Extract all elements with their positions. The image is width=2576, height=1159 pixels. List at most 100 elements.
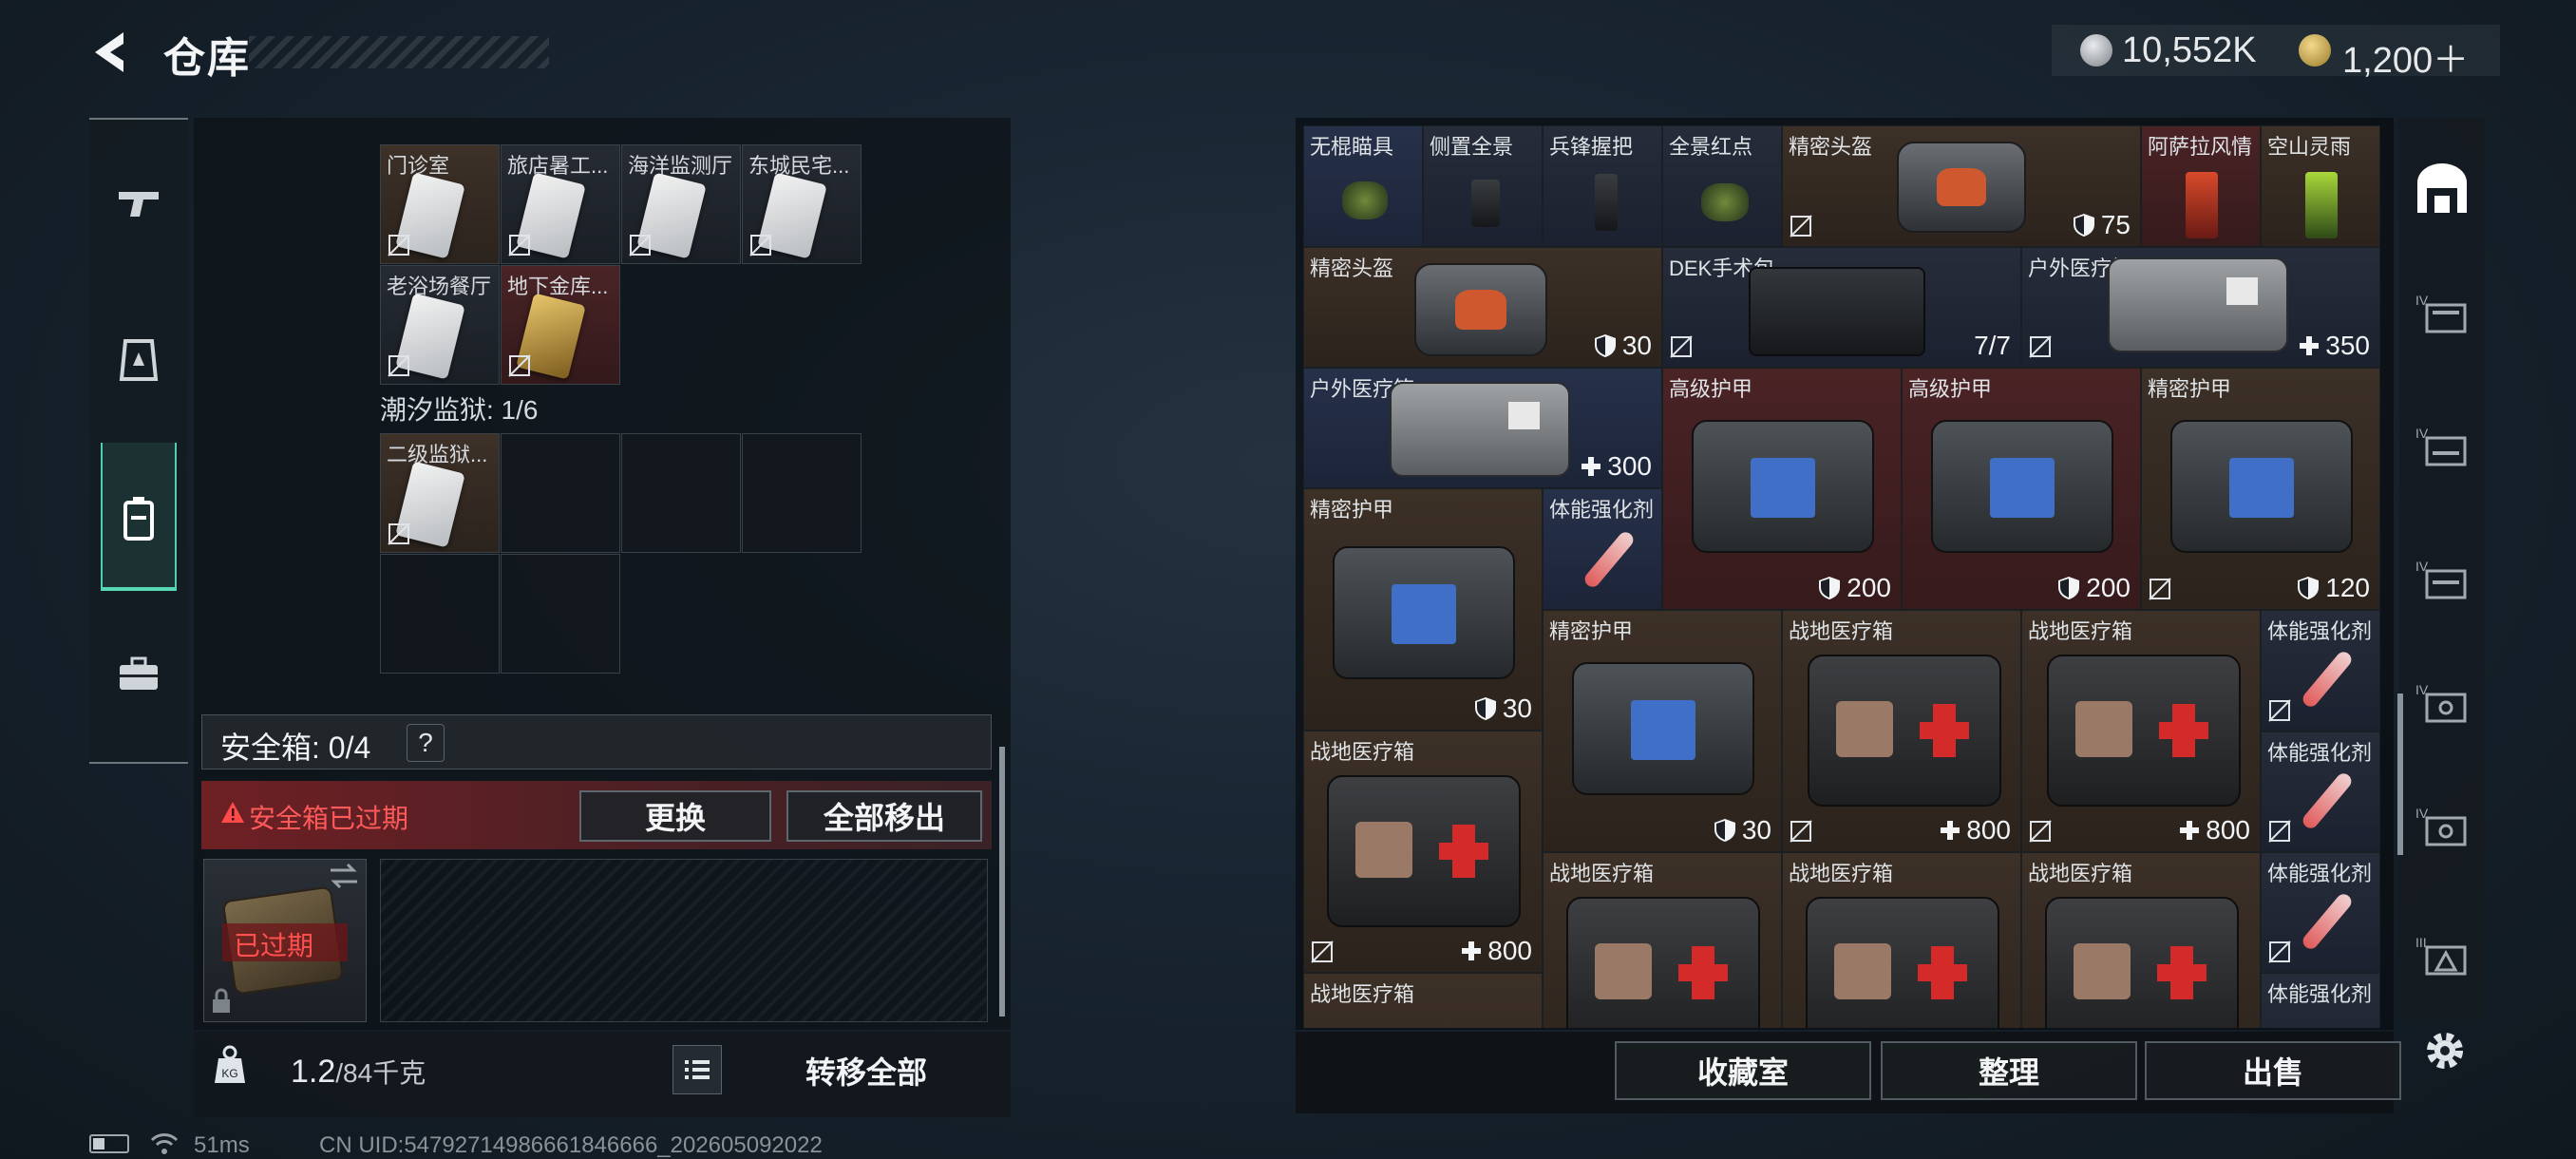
grid-item[interactable]: 战地医疗箱 800 (1303, 731, 1543, 973)
grid-item[interactable]: 阿萨拉风情 (2141, 125, 2261, 247)
grid-item[interactable]: 体能强化剂 (2261, 732, 2380, 852)
grid-item[interactable]: DEK手术包 7/7 (1662, 247, 2021, 368)
armor-vest-icon (1692, 420, 1874, 553)
grid-item[interactable]: 侧置全景 (1423, 125, 1543, 247)
durability-value: 75 (2100, 210, 2131, 239)
grid-item[interactable]: 户外医疗箱 350 (2021, 247, 2380, 368)
no-bind-icon (2029, 335, 2052, 358)
item-value: 300 (1581, 451, 1652, 482)
item-slot[interactable]: 东城民宅... (742, 144, 862, 264)
sidebar-tab-storage-iv-3[interactable]: IV (2409, 542, 2475, 618)
grid-item[interactable]: 精密护甲 120 (2141, 368, 2380, 610)
sidebar-tab-weapon[interactable] (101, 156, 177, 251)
grid-item[interactable]: 战地医疗箱 (1543, 852, 1782, 1028)
sell-button[interactable]: 出售 (2145, 1041, 2401, 1100)
syringe-icon (2300, 891, 2355, 952)
grid-item[interactable]: 高级护甲 200 (1902, 368, 2141, 610)
sidebar-tab-armor[interactable] (101, 314, 177, 408)
shield-icon (1714, 819, 1735, 842)
grid-item[interactable]: 体能强化剂 (2261, 610, 2380, 732)
remove-all-button[interactable]: 全部移出 (786, 790, 982, 842)
plus-icon (2300, 336, 2320, 355)
item-slot[interactable]: 海洋监测厅 (621, 144, 741, 264)
briefcase-icon (120, 656, 158, 690)
replace-button[interactable]: 更换 (579, 790, 771, 842)
sidebar-tab-storage-iv[interactable]: IV (2409, 276, 2475, 352)
grid-item[interactable]: 体能强化剂 (2261, 973, 2380, 1028)
back-arrow-icon[interactable] (85, 28, 142, 76)
grid-item[interactable]: 精密头盔 75 (1782, 125, 2141, 247)
warehouse-grid: 无棍瞄具 侧置全景 兵锋握把 全景红点 精密头盔 75 阿萨拉风情 空山灵雨 精… (1303, 125, 2386, 1028)
sight-icon (1471, 180, 1500, 227)
storage-iv-icon: IV (2415, 682, 2467, 723)
wifi-icon (150, 1133, 179, 1154)
safe-box-grid[interactable] (380, 859, 988, 1022)
grid-item[interactable]: 高级护甲 200 (1662, 368, 1902, 610)
grid-item[interactable]: 战地医疗箱 800 (1782, 610, 2021, 852)
plus-icon (1582, 457, 1601, 476)
sidebar-tab-storage-iii[interactable]: III (2409, 918, 2475, 994)
grid-item[interactable]: 战地医疗箱 (2021, 852, 2261, 1028)
empty-slot[interactable] (742, 433, 862, 553)
no-bind-icon (1790, 215, 1812, 238)
item-value: 200 (2057, 573, 2131, 603)
collection-room-button[interactable]: 收藏室 (1615, 1041, 1871, 1100)
item-name: 体能强化剂 (2267, 862, 2373, 885)
sidebar-tab-warehouse[interactable] (2409, 152, 2475, 228)
grid-item[interactable]: 无棍瞄具 (1303, 125, 1423, 247)
item-slot[interactable]: 老浴场餐厅 (380, 265, 500, 385)
sort-button[interactable]: 整理 (1881, 1041, 2137, 1100)
item-slot[interactable]: 门诊室 (380, 144, 500, 264)
armor-vest-icon (1931, 420, 2113, 553)
swap-icon[interactable] (327, 863, 361, 889)
item-slot[interactable]: 旅店暑工... (501, 144, 620, 264)
grid-item[interactable]: 精密头盔 30 (1303, 247, 1662, 368)
grid-item[interactable]: 战地医疗箱 (1782, 852, 2021, 1028)
plus-icon (1941, 821, 1960, 840)
grid-item[interactable]: 战地医疗箱 800 (2021, 610, 2261, 852)
help-button[interactable]: ? (407, 724, 445, 762)
list-view-button[interactable] (672, 1045, 722, 1094)
item-slot[interactable]: 地下金库... (501, 265, 620, 385)
durability-value: 200 (2086, 573, 2131, 602)
item-name: 战地医疗箱 (1789, 862, 1894, 885)
grid-item[interactable]: 户外医疗箱 300 (1303, 368, 1662, 488)
safe-expired-label: 已过期 (234, 931, 314, 960)
currency-2-value[interactable]: 1,200＋ (2342, 30, 2469, 83)
empty-slot[interactable] (380, 554, 500, 674)
safe-expired-text: 安全箱已过期 (249, 804, 409, 833)
heal-value: 800 (1487, 936, 1532, 965)
grid-item[interactable]: 战地医疗箱 (1303, 973, 1543, 1028)
grid-item[interactable]: 空山灵雨 (2261, 125, 2380, 247)
sidebar-tab-storage-iv-5[interactable]: IV (2409, 788, 2475, 864)
item-name: 老浴场餐厅 (387, 275, 492, 298)
grid-item[interactable]: 体能强化剂 (1543, 488, 1662, 610)
grid-item[interactable]: 全景红点 (1662, 125, 1782, 247)
first-aid-kit-icon (2047, 655, 2241, 807)
empty-slot[interactable] (501, 433, 620, 553)
item-name: 战地医疗箱 (2028, 619, 2133, 643)
item-slot[interactable]: 二级监狱... (380, 433, 500, 553)
sidebar-tab-storage-iv-2[interactable]: IV (2409, 408, 2475, 484)
heal-value: 800 (1966, 815, 2011, 845)
weight-icon: KG (215, 1045, 245, 1083)
item-name: 精密头盔 (1310, 256, 1394, 280)
sidebar-tab-backpack[interactable] (101, 471, 177, 566)
cocktail-icon (2305, 172, 2338, 238)
transfer-all-button[interactable]: 转移全部 (737, 1041, 995, 1100)
right-scrollbar[interactable] (2397, 694, 2403, 855)
durability-value: 30 (1741, 815, 1771, 845)
empty-slot[interactable] (621, 433, 741, 553)
grid-item[interactable]: 精密护甲 30 (1303, 488, 1543, 731)
sidebar-tab-case[interactable] (101, 627, 177, 722)
left-scrollbar[interactable] (999, 747, 1005, 1016)
gear-icon[interactable] (2420, 1026, 2470, 1075)
sidebar-tab-storage-iv-4[interactable]: IV (2409, 665, 2475, 741)
medkit-pouch-icon (2108, 257, 2288, 352)
grid-item[interactable]: 精密护甲 30 (1543, 610, 1782, 852)
armor-vest-icon (2170, 420, 2353, 553)
empty-slot[interactable] (501, 554, 620, 674)
grid-item[interactable]: 体能强化剂 (2261, 852, 2380, 973)
grid-item[interactable]: 兵锋握把 (1543, 125, 1662, 247)
gold-coin-icon[interactable] (2299, 34, 2331, 66)
